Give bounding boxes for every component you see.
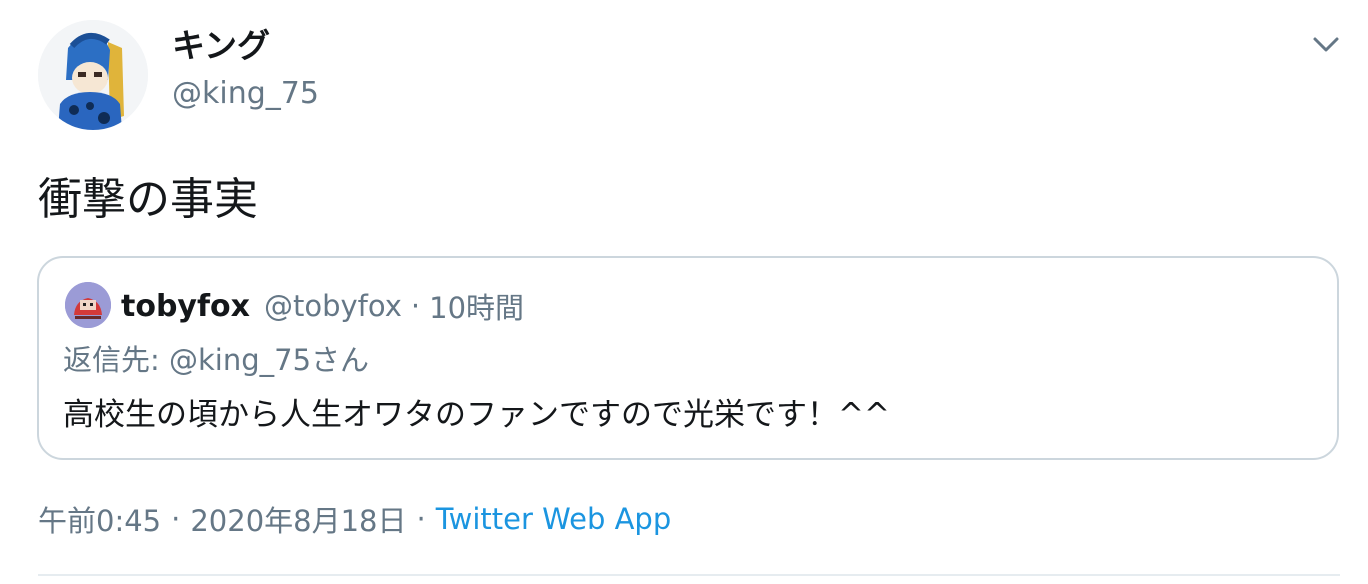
separator-dot: · — [410, 289, 421, 323]
tweet-card: キング @king_75 衝撃の事実 tobyfox @tobyfox · 10… — [0, 0, 1368, 584]
avatar-image-icon — [38, 20, 148, 130]
user-avatar[interactable] — [38, 20, 148, 130]
tweet-time[interactable]: 午前0:45 — [38, 498, 161, 540]
source-link[interactable]: Twitter Web App — [436, 502, 672, 536]
quoted-username[interactable]: @tobyfox — [264, 289, 402, 323]
quoted-display-name[interactable]: tobyfox — [121, 289, 250, 324]
reply-to-label: 返信先: @king_75さん — [63, 343, 370, 377]
tweet-metadata: 午前0:45 · 2020年8月18日 · Twitter Web App — [38, 498, 671, 540]
username[interactable]: @king_75 — [172, 76, 319, 112]
quote-avatar-icon — [65, 282, 111, 328]
divider — [38, 574, 1340, 576]
quoted-user-avatar[interactable] — [65, 282, 111, 328]
tweet-text: 衝撃の事実 — [38, 174, 258, 225]
display-name[interactable]: キング — [172, 26, 270, 66]
chevron-down-icon — [1313, 37, 1339, 52]
separator-dot: · — [416, 502, 426, 536]
tweet-menu-button[interactable] — [1308, 30, 1344, 60]
quoted-timestamp[interactable]: 10時間 — [429, 285, 524, 327]
quoted-tweet-text: 高校生の頃から人生オワタのファンですので光栄です！^^ — [63, 397, 890, 433]
quoted-tweet[interactable]: tobyfox @tobyfox · 10時間 返信先: @king_75さん … — [37, 256, 1339, 460]
tweet-date[interactable]: 2020年8月18日 — [190, 498, 406, 540]
separator-dot: · — [171, 502, 181, 536]
quoted-tweet-header: tobyfox @tobyfox · 10時間 — [121, 284, 524, 328]
